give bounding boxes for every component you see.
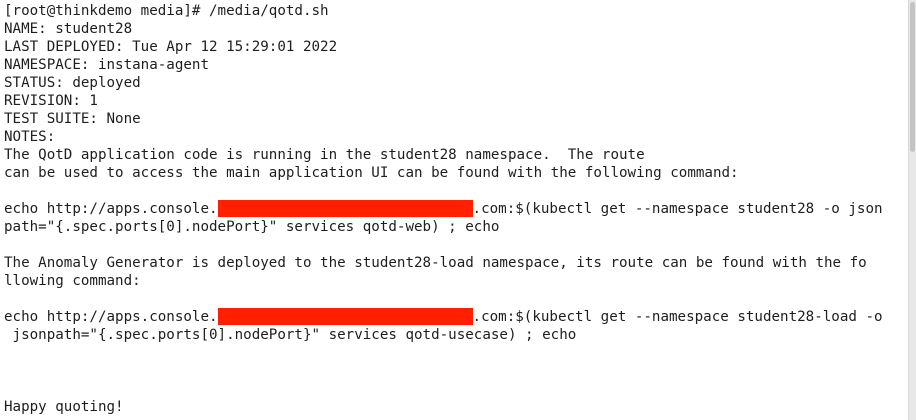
command-continuation-usecase: jsonpath="{.spec.ports[0].nodePort}" ser… [4, 327, 577, 343]
terminal-output: [root@thinkdemo media]# /media/qotd.sh N… [4, 2, 909, 416]
release-name: NAME: student28 [4, 21, 133, 37]
command-line-usecase: echo http://apps.console. .com:$(kubectl … [4, 308, 909, 326]
redaction-block [217, 308, 473, 325]
anomaly-line-2: llowing command: [4, 273, 141, 289]
command-prefix: echo http://apps.console. [4, 201, 218, 217]
command-line-web: echo http://apps.console. .com:$(kubectl … [4, 200, 909, 218]
revision: REVISION: 1 [4, 93, 98, 109]
status: STATUS: deployed [4, 75, 141, 91]
terminal-window[interactable]: [root@thinkdemo media]# /media/qotd.sh N… [0, 0, 909, 420]
command-suffix: .com:$(kubectl get --namespace student28… [472, 201, 883, 217]
prompt-line: [root@thinkdemo media]# /media/qotd.sh [4, 3, 329, 19]
redaction-block [217, 200, 473, 217]
closing-message: Happy quoting! [4, 399, 124, 415]
test-suite: TEST SUITE: None [4, 111, 141, 127]
namespace: NAMESPACE: instana-agent [4, 57, 209, 73]
notes-line-2: can be used to access the main applicati… [4, 165, 739, 181]
command-suffix: .com:$(kubectl get --namespace student28… [472, 309, 883, 325]
notes-line-1: The QotD application code is running in … [4, 147, 645, 163]
anomaly-line-1: The Anomaly Generator is deployed to the… [4, 255, 867, 271]
command-continuation-web: path="{.spec.ports[0].nodePort}" service… [4, 219, 500, 235]
command-prefix: echo http://apps.console. [4, 309, 218, 325]
last-deployed: LAST DEPLOYED: Tue Apr 12 15:29:01 2022 [4, 39, 338, 55]
vertical-scrollbar[interactable] [908, 0, 916, 420]
notes-header: NOTES: [4, 129, 56, 145]
scrollbar-thumb[interactable] [910, 2, 915, 152]
